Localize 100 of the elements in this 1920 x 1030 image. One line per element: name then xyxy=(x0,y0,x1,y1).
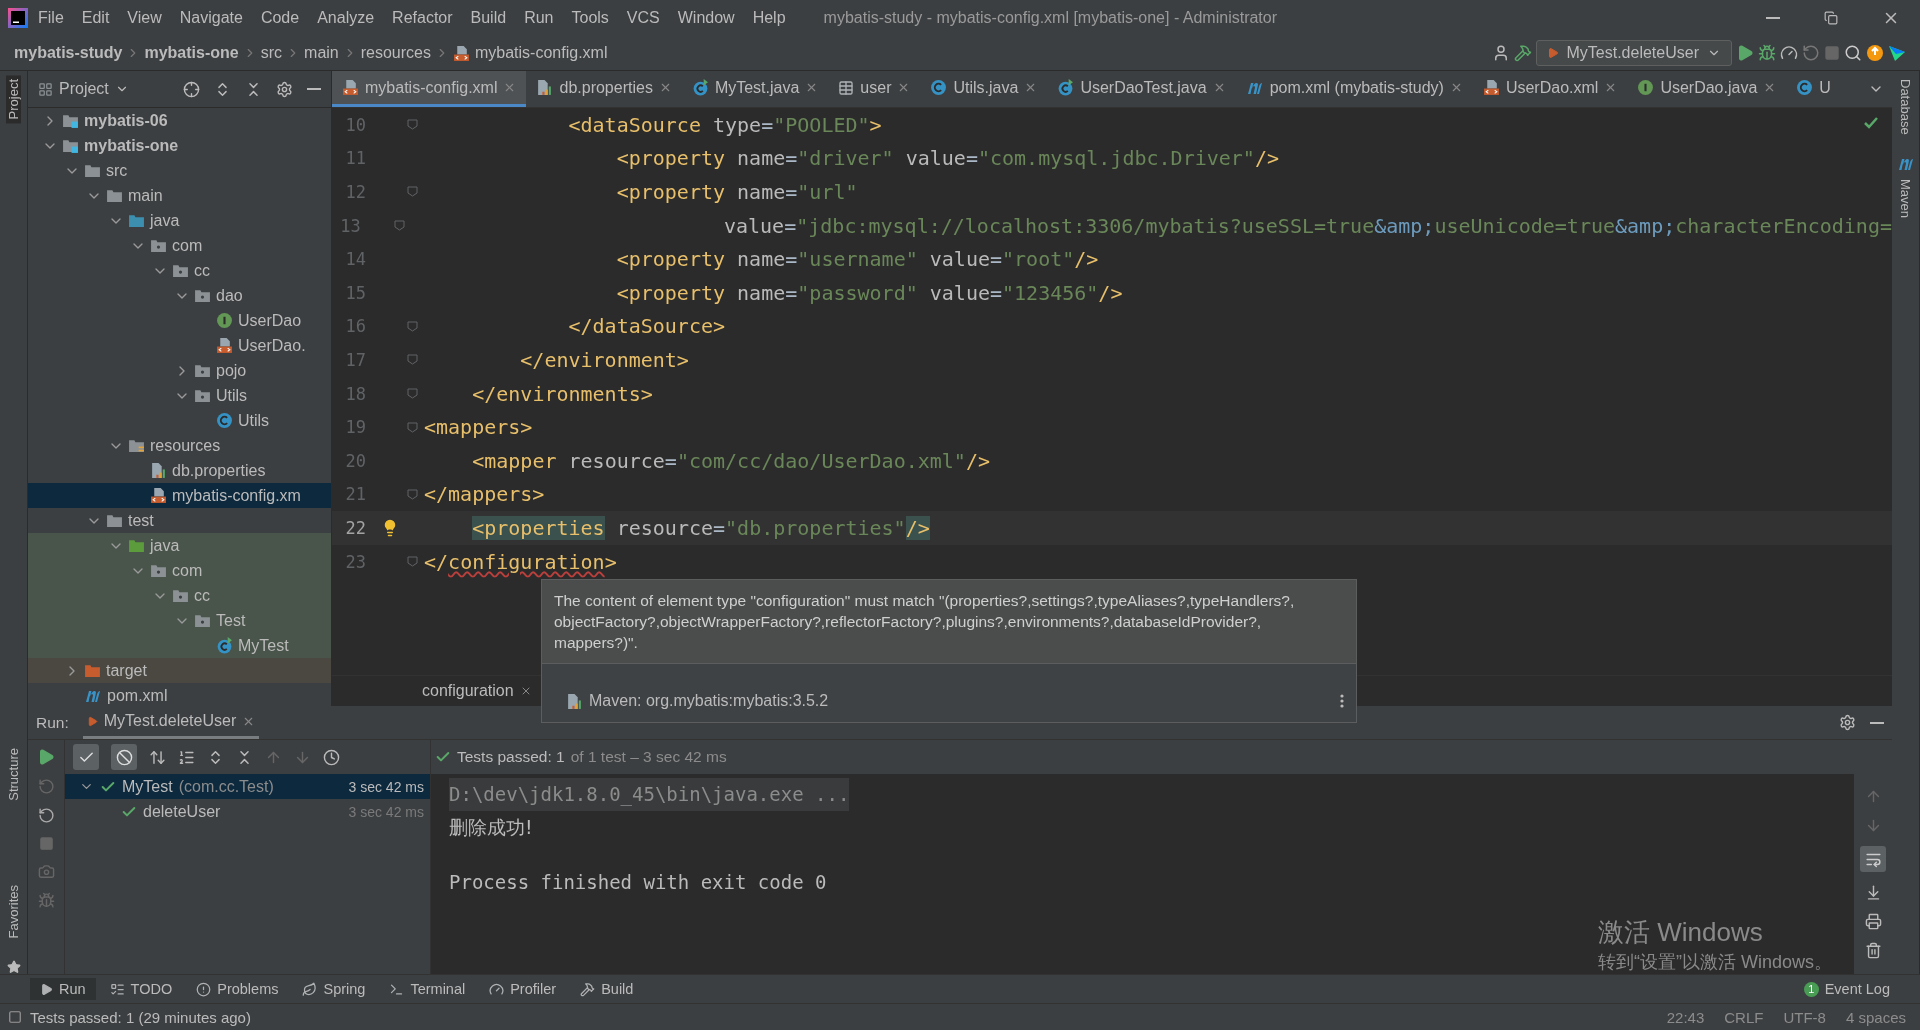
breadcrumb[interactable]: src xyxy=(260,44,283,62)
tool-window-tab[interactable]: Build xyxy=(570,978,644,1000)
breadcrumb[interactable]: main xyxy=(304,44,339,62)
tree-item[interactable]: mybatis-one xyxy=(28,133,331,158)
status-item[interactable]: 4 spaces xyxy=(1839,1008,1912,1026)
tree-item[interactable]: pojo xyxy=(28,358,331,383)
line-number: 22 xyxy=(344,517,366,538)
favorites-tool-tab[interactable]: Favorites xyxy=(6,880,21,942)
editor-tab[interactable]: MyTest.java xyxy=(681,71,829,107)
code-line: <mappers> xyxy=(424,415,533,440)
stop-icon xyxy=(38,836,54,851)
breadcrumb[interactable]: mybatis-config.xml xyxy=(453,44,608,62)
tree-item[interactable]: java xyxy=(28,533,331,558)
database-tool-tab[interactable]: Database xyxy=(1898,75,1913,139)
menu-item[interactable]: Run xyxy=(516,9,562,27)
menu-item[interactable]: Edit xyxy=(73,9,118,27)
tree-item[interactable]: pom.xml xyxy=(28,683,331,706)
tree-item[interactable]: cc xyxy=(28,583,331,608)
menu-item[interactable]: Analyze xyxy=(309,9,383,27)
line-number: 18 xyxy=(344,383,366,404)
settings-icon xyxy=(1839,714,1856,731)
print-icon xyxy=(1864,913,1882,930)
status-item[interactable]: 22:43 xyxy=(1660,1008,1711,1026)
tree-item[interactable]: mybatis-config.xm xyxy=(28,483,331,508)
tree-item[interactable]: UserDao. xyxy=(28,333,331,358)
tree-item[interactable]: test xyxy=(28,508,331,533)
test-tree-item[interactable]: MyTest (com.cc.Test) 3 sec 42 ms xyxy=(65,774,430,799)
menu-item[interactable]: Help xyxy=(744,9,794,27)
editor-tab[interactable]: U xyxy=(1786,71,1841,107)
editor-breadcrumb[interactable]: configuration xyxy=(422,682,532,700)
window-title: mybatis-study - mybatis-config.xml [mybatis-one] - Administrator xyxy=(823,9,1279,27)
breadcrumb[interactable]: mybatis-study xyxy=(14,44,123,62)
tree-item[interactable]: UserDao xyxy=(28,308,331,333)
maven-tool-tab[interactable]: Maven xyxy=(1898,174,1913,222)
menu-item[interactable]: Tools xyxy=(563,9,617,27)
run-configuration-dropdown[interactable]: MyTest.deleteUser xyxy=(1535,40,1732,66)
tree-item[interactable]: mybatis-06 xyxy=(28,108,331,133)
project-view-dropdown[interactable]: Project xyxy=(38,80,129,98)
class-icon xyxy=(1796,79,1814,96)
tree-item[interactable]: com xyxy=(28,558,331,583)
tool-window-tab[interactable]: TODO xyxy=(99,978,183,1000)
status-item[interactable]: CRLF xyxy=(1718,1008,1770,1026)
tree-item[interactable]: com xyxy=(28,233,331,258)
console-line: 删除成功! xyxy=(449,815,533,840)
tool-window-tab[interactable]: Problems xyxy=(186,978,289,1000)
line-number: 14 xyxy=(344,249,366,270)
ban-icon xyxy=(115,748,133,766)
tree-item[interactable]: Test xyxy=(28,608,331,633)
menu-item[interactable]: Refactor xyxy=(384,9,461,27)
properties-file-icon xyxy=(536,79,554,96)
tree-item[interactable]: cc xyxy=(28,258,331,283)
menu-item[interactable]: File xyxy=(30,9,72,27)
event-log-button[interactable]: 1 Event Log xyxy=(1803,981,1890,997)
tool-window-tab[interactable]: Terminal xyxy=(379,978,476,1000)
editor-tab[interactable]: Utils.java xyxy=(920,71,1048,107)
tree-item[interactable]: target xyxy=(28,658,331,683)
editor-tab[interactable]: user xyxy=(828,71,921,107)
tool-window-tab[interactable]: Run xyxy=(30,978,96,1000)
project-tool-tab[interactable]: Project xyxy=(6,75,21,124)
test-status-detail: of 1 test – 3 sec 42 ms xyxy=(570,748,727,766)
menu-item[interactable]: Build xyxy=(462,9,515,27)
interface-icon xyxy=(1637,79,1655,96)
tree-item[interactable]: src xyxy=(28,158,331,183)
run-icon xyxy=(1736,44,1754,62)
breadcrumb[interactable]: mybatis-one xyxy=(144,44,239,62)
test-tree-item[interactable]: deleteUser 3 sec 42 ms xyxy=(65,799,430,824)
tree-item[interactable]: Utils xyxy=(28,383,331,408)
editor-tab[interactable]: UserDao.java xyxy=(1627,71,1787,107)
editor-tab[interactable]: UserDaoTest.java xyxy=(1047,71,1236,107)
tree-item[interactable]: Utils xyxy=(28,408,331,433)
tree-item[interactable]: dao xyxy=(28,283,331,308)
tree-item[interactable]: MyTest xyxy=(28,633,331,658)
hammer-icon xyxy=(580,981,596,997)
menu-item[interactable]: Code xyxy=(252,9,308,27)
editor-tab[interactable]: db.properties xyxy=(526,71,682,107)
status-message: Tests passed: 1 (29 minutes ago) xyxy=(30,1008,252,1026)
tree-item[interactable]: main xyxy=(28,183,331,208)
editor-tab[interactable]: mybatis-config.xml xyxy=(332,71,527,107)
menu-item[interactable]: VCS xyxy=(618,9,668,27)
line-number: 23 xyxy=(344,551,366,572)
tree-item[interactable]: db.properties xyxy=(28,458,331,483)
tool-window-tab[interactable]: Profiler xyxy=(479,978,567,1000)
structure-tool-tab[interactable]: Structure xyxy=(6,744,21,805)
status-item[interactable]: UTF-8 xyxy=(1777,1008,1832,1026)
line-number: 15 xyxy=(344,282,366,303)
editor-tab[interactable]: pom.xml (mybatis-study) xyxy=(1235,71,1473,107)
tool-window-tab[interactable]: Spring xyxy=(292,978,376,1000)
breadcrumb[interactable]: resources xyxy=(360,44,431,62)
menu-item[interactable]: Navigate xyxy=(171,9,251,27)
test-session-tab[interactable]: MyTest.deleteUser xyxy=(82,706,260,739)
menu-item[interactable]: Window xyxy=(669,9,743,27)
tooltip-message: The content of element type "configuration" must match "(properties?,settings?,typeAliases?,typeHandlers?,objectFactory?,objectWrapperFactory?,reflectorFactory?,plugins?,environments?,databaseIdProvider?,mappers?)". xyxy=(554,591,1296,653)
folder-icon xyxy=(106,512,123,529)
test-status: Tests passed: 1 xyxy=(457,748,565,766)
tree-item[interactable]: resources xyxy=(28,433,331,458)
editor-tab[interactable]: UserDao.xml xyxy=(1472,71,1628,107)
menu-item[interactable]: View xyxy=(119,9,170,27)
alert-icon xyxy=(196,981,212,997)
code-line: <dataSource type="POOLED"> xyxy=(567,112,882,137)
tree-item[interactable]: java xyxy=(28,208,331,233)
